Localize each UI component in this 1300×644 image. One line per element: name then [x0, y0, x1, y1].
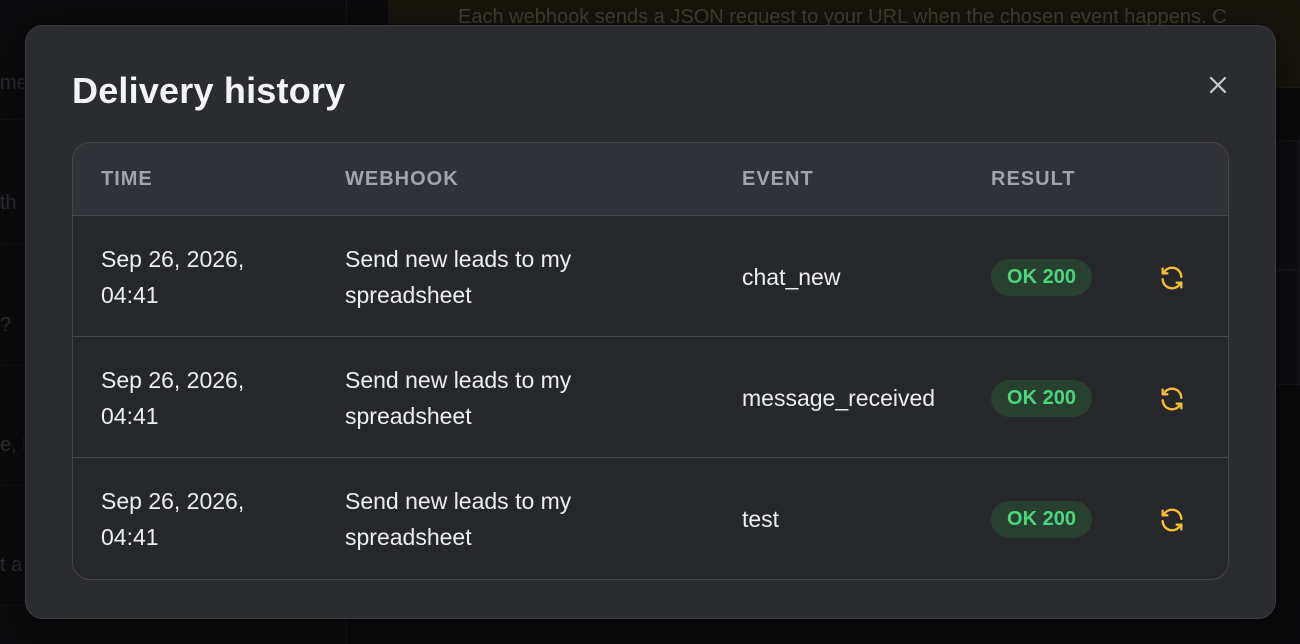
close-button[interactable]	[1204, 71, 1232, 99]
retry-button[interactable]	[1157, 263, 1187, 293]
retry-icon	[1161, 266, 1183, 290]
table-row: Sep 26, 2026, 04:41 Send new leads to my…	[73, 458, 1228, 579]
event-cell: message_received	[742, 385, 936, 411]
webhook-cell: Send new leads to my spreadsheet	[345, 362, 645, 434]
delivery-table: TIME WEBHOOK EVENT RESULT Sep 26, 2026, …	[72, 142, 1229, 580]
modal-title: Delivery history	[72, 70, 346, 111]
time-date: Sep 26, 2026,	[101, 246, 245, 272]
close-icon	[1209, 76, 1227, 94]
event-cell: test	[742, 506, 780, 532]
webhook-name-line: spreadsheet	[345, 524, 472, 550]
column-header-time: TIME	[101, 168, 153, 190]
retry-icon	[1161, 387, 1183, 411]
time-clock: 04:41	[101, 282, 159, 308]
time-date: Sep 26, 2026,	[101, 367, 245, 393]
webhook-cell: Send new leads to my spreadsheet	[345, 483, 645, 555]
status-badge: OK 200	[991, 501, 1092, 538]
table-header: TIME WEBHOOK EVENT RESULT	[73, 143, 1228, 216]
table-row: Sep 26, 2026, 04:41 Send new leads to my…	[73, 337, 1228, 458]
time-cell: Sep 26, 2026, 04:41	[101, 483, 301, 555]
webhook-name-line: spreadsheet	[345, 282, 472, 308]
column-header-webhook: WEBHOOK	[345, 168, 459, 190]
time-date: Sep 26, 2026,	[101, 488, 245, 514]
time-clock: 04:41	[101, 524, 159, 550]
retry-icon	[1161, 508, 1183, 532]
delivery-history-modal: Delivery history TIME WEBHOOK EVENT RESU…	[25, 25, 1276, 619]
webhook-name-line: spreadsheet	[345, 403, 472, 429]
webhook-name-line: Send new leads to my	[345, 488, 572, 514]
time-clock: 04:41	[101, 403, 159, 429]
retry-button[interactable]	[1157, 384, 1187, 414]
retry-button[interactable]	[1157, 505, 1187, 535]
time-cell: Sep 26, 2026, 04:41	[101, 362, 301, 434]
column-header-result: RESULT	[991, 168, 1076, 190]
status-badge: OK 200	[991, 380, 1092, 417]
table-row: Sep 26, 2026, 04:41 Send new leads to my…	[73, 216, 1228, 337]
event-cell: chat_new	[742, 264, 841, 290]
time-cell: Sep 26, 2026, 04:41	[101, 241, 301, 313]
webhook-name-line: Send new leads to my	[345, 367, 572, 393]
webhook-name-line: Send new leads to my	[345, 246, 572, 272]
column-header-event: EVENT	[742, 168, 814, 190]
webhook-cell: Send new leads to my spreadsheet	[345, 241, 645, 313]
status-badge: OK 200	[991, 259, 1092, 296]
